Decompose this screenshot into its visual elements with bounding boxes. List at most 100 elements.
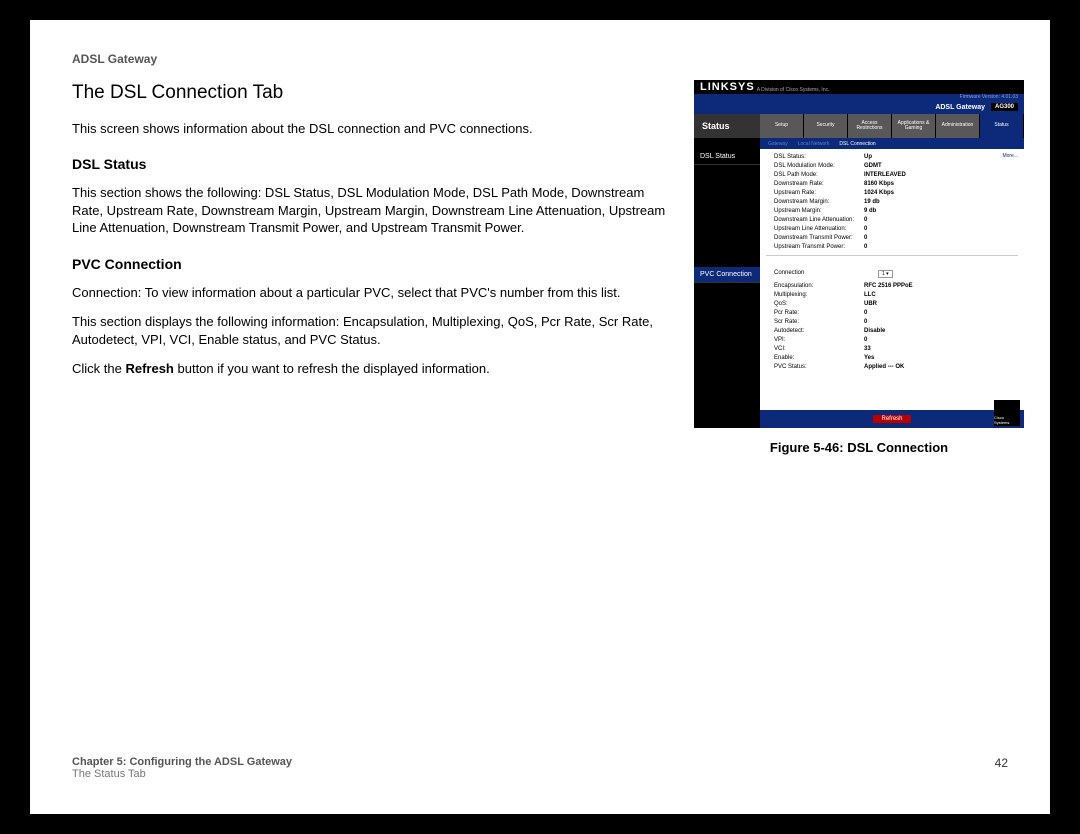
pvc-connection-key: PVC Status: (774, 364, 864, 370)
dsl-status-value: GDMT (864, 163, 882, 169)
pvc-connection-row: Encapsulation:RFC 2516 PPPoE (760, 282, 1024, 291)
pvc-connection-row: QoS:UBR (760, 300, 1024, 309)
brand-logo: LINKSYS (700, 81, 755, 93)
paragraph-refresh: Click the Refresh button if you want to … (72, 360, 667, 378)
tab-security[interactable]: Security (804, 114, 848, 138)
pvc-connection-value: Applied --- OK (864, 364, 904, 370)
pvc-connection-row: Enable:Yes (760, 354, 1024, 363)
dsl-status-row: Downstream Line Attenuation:0 (760, 215, 1024, 224)
tab-status[interactable]: Status (980, 114, 1024, 138)
pvc-connection-row: Multiplexing:LLC (760, 291, 1024, 300)
dsl-status-key: Upstream Line Attenuation: (774, 226, 864, 232)
footer-chapter: Chapter 5: Configuring the ADSL Gateway (72, 756, 292, 768)
tab-administration[interactable]: Administration (936, 114, 980, 138)
dsl-status-row: Upstream Margin:9 db (760, 206, 1024, 215)
pvc-connection-value: 0 (864, 310, 867, 316)
tab-access-restrictions[interactable]: Access Restrictions (848, 114, 892, 138)
paragraph-pvc-2: This section displays the following info… (72, 313, 667, 348)
pvc-connection-value: 0 (864, 319, 867, 325)
pvc-connection-key: Autodetect: (774, 328, 864, 334)
dsl-status-value: 0 (864, 244, 867, 250)
pvc-connection-row: VCI:33 (760, 345, 1024, 354)
dsl-status-row: Upstream Transmit Power:0 (760, 242, 1024, 251)
dsl-status-value: 0 (864, 226, 867, 232)
heading-dsl-status: DSL Status (72, 155, 667, 174)
dsl-status-row: DSL Modulation Mode:GDMT (760, 161, 1024, 170)
footer-section: The Status Tab (72, 768, 292, 780)
pvc-connection-value: 33 (864, 346, 871, 352)
dsl-status-row: DSL Path Mode:INTERLEAVED (760, 170, 1024, 179)
dsl-status-row: DSL Status:Up (760, 152, 1024, 161)
section-label-dsl-status: DSL Status (694, 149, 760, 165)
pvc-connection-row: PVC Status:Applied --- OK (760, 363, 1024, 372)
pvc-connection-value: RFC 2516 PPPoE (864, 283, 913, 289)
dsl-status-key: Upstream Margin: (774, 208, 864, 214)
cisco-logo: Cisco Systems (994, 400, 1020, 426)
more-link[interactable]: More... (1002, 153, 1018, 159)
dsl-status-value: 1024 Kbps (864, 190, 894, 196)
refresh-bold: Refresh (125, 361, 173, 376)
pvc-connection-row: VPI:0 (760, 336, 1024, 345)
pvc-connection-value: LLC (864, 292, 876, 298)
pvc-connection-row: Pcr Rate:0 (760, 309, 1024, 318)
pvc-connection-key: Scr Rate: (774, 319, 864, 325)
dsl-status-row: Upstream Rate:1024 Kbps (760, 188, 1024, 197)
tab-setup[interactable]: Setup (760, 114, 804, 138)
subtab-gateway[interactable]: Gateway (768, 141, 788, 147)
refresh-post: button if you want to refresh the displa… (174, 361, 490, 376)
doc-header: ADSL Gateway (72, 52, 157, 66)
figure-caption: Figure 5-46: DSL Connection (694, 440, 1024, 455)
main-tabs: Setup Security Access Restrictions Appli… (760, 114, 1024, 138)
dsl-status-row: Downstream Transmit Power:0 (760, 233, 1024, 242)
pvc-connection-key: QoS: (774, 301, 864, 307)
paragraph-pvc-1: Connection: To view information about a … (72, 284, 667, 302)
model-badge: AG300 (991, 103, 1018, 111)
subtab-local-network[interactable]: Local Network (798, 141, 830, 147)
brand-subtitle: A Division of Cisco Systems, Inc. (757, 87, 830, 94)
refresh-pre: Click the (72, 361, 125, 376)
dsl-status-value: INTERLEAVED (864, 172, 906, 178)
dsl-status-key: Downstream Margin: (774, 199, 864, 205)
device-type: ADSL Gateway (935, 104, 985, 111)
dsl-status-value: 8160 Kbps (864, 181, 894, 187)
pvc-connection-value: UBR (864, 301, 877, 307)
page-title: The DSL Connection Tab (72, 80, 667, 106)
main-column: The DSL Connection Tab This screen shows… (72, 80, 667, 390)
page-number: 42 (995, 756, 1008, 780)
dsl-status-key: DSL Path Mode: (774, 172, 864, 178)
pvc-connection-key: VPI: (774, 337, 864, 343)
connection-label: Connection (774, 270, 864, 278)
dsl-status-key: Upstream Rate: (774, 190, 864, 196)
dsl-status-key: Upstream Transmit Power: (774, 244, 864, 250)
dsl-status-row: Downstream Rate:8160 Kbps (760, 179, 1024, 188)
refresh-button[interactable]: Refresh (873, 415, 910, 423)
page-footer: Chapter 5: Configuring the ADSL Gateway … (72, 756, 1008, 780)
dsl-status-key: Downstream Rate: (774, 181, 864, 187)
pvc-connection-value: Disable (864, 328, 885, 334)
pvc-connection-key: Multiplexing: (774, 292, 864, 298)
heading-pvc-connection: PVC Connection (72, 255, 667, 274)
dsl-status-value: 0 (864, 217, 867, 223)
connection-select[interactable]: 1 ▾ (878, 270, 893, 278)
dsl-status-value: Up (864, 154, 872, 160)
dsl-status-key: Downstream Line Attenuation: (774, 217, 864, 223)
figure-screenshot: LINKSYS A Division of Cisco Systems, Inc… (694, 80, 1024, 432)
dsl-status-key: DSL Modulation Mode: (774, 163, 864, 169)
pvc-connection-key: Enable: (774, 355, 864, 361)
dsl-status-row: Upstream Line Attenuation:0 (760, 224, 1024, 233)
tab-applications-gaming[interactable]: Applications & Gaming (892, 114, 936, 138)
intro-paragraph: This screen shows information about the … (72, 120, 667, 138)
pvc-connection-key: Encapsulation: (774, 283, 864, 289)
subtab-dsl-connection[interactable]: DSL Connection (839, 141, 875, 147)
sidebar-title: Status (694, 114, 760, 138)
paragraph-dsl-status: This section shows the following: DSL St… (72, 184, 667, 237)
pvc-connection-value: 0 (864, 337, 867, 343)
pvc-connection-row: Autodetect:Disable (760, 327, 1024, 336)
dsl-status-key: DSL Status: (774, 154, 864, 160)
dsl-status-value: 19 db (864, 199, 880, 205)
dsl-status-key: Downstream Transmit Power: (774, 235, 864, 241)
pvc-connection-key: Pcr Rate: (774, 310, 864, 316)
pvc-connection-value: Yes (864, 355, 874, 361)
dsl-status-value: 9 db (864, 208, 876, 214)
section-label-pvc-connection: PVC Connection (694, 267, 760, 283)
